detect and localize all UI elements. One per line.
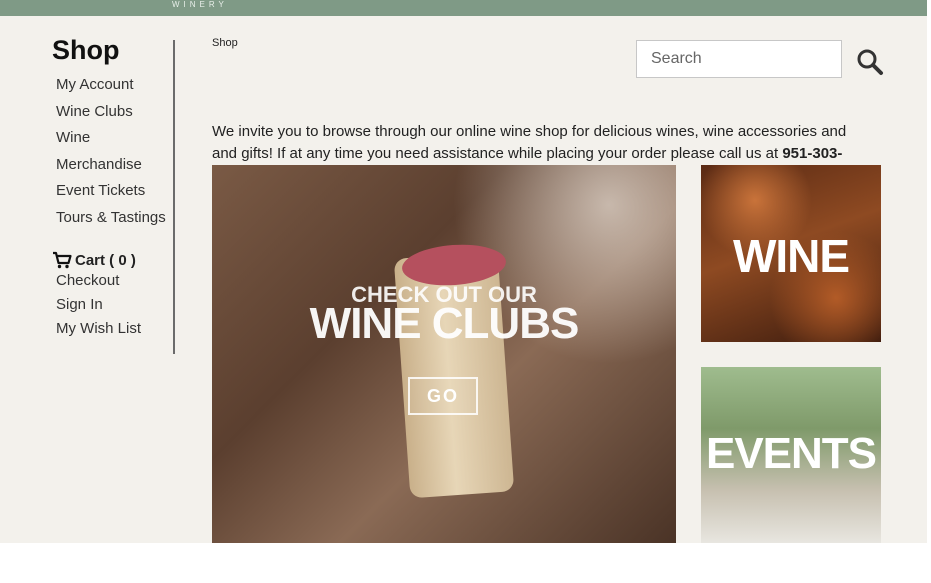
wine-clubs-banner[interactable]: CHECK OUT OUR WINE CLUBS GO xyxy=(212,165,676,543)
account-nav: Checkout Sign In My Wish List xyxy=(52,269,177,341)
sidebar-divider xyxy=(173,40,175,354)
sidebar-item-merchandise[interactable]: Merchandise xyxy=(52,152,177,179)
brand-text: WINERY xyxy=(172,0,228,9)
sidebar-item-event-tickets[interactable]: Event Tickets xyxy=(52,178,177,205)
hero-title: WINE CLUBS xyxy=(309,299,580,348)
breadcrumb[interactable]: Shop xyxy=(212,37,238,49)
cart-icon xyxy=(52,251,72,269)
wine-tile[interactable]: WINE xyxy=(701,165,881,342)
cart-link[interactable]: Cart ( 0 ) xyxy=(52,251,177,269)
cart-label: Cart ( 0 ) xyxy=(75,251,136,269)
sidebar-item-wish-list[interactable]: My Wish List xyxy=(52,317,177,341)
events-tile-label: EVENTS xyxy=(705,429,877,478)
sidebar-item-sign-in[interactable]: Sign In xyxy=(52,293,177,317)
search-input[interactable] xyxy=(636,40,842,78)
page-bottom xyxy=(0,543,931,583)
sidebar-item-tours-tastings[interactable]: Tours & Tastings xyxy=(52,205,177,232)
main-content: Shop My Account Wine Clubs Wine Merchand… xyxy=(0,16,927,543)
sidebar-title: Shop xyxy=(52,35,120,65)
search-icon[interactable] xyxy=(856,48,884,76)
wine-tile-label: WINE xyxy=(732,230,850,282)
sidebar-item-wine[interactable]: Wine xyxy=(52,125,177,152)
sidebar: Shop My Account Wine Clubs Wine Merchand… xyxy=(52,34,177,341)
sidebar-item-checkout[interactable]: Checkout xyxy=(52,269,177,293)
sidebar-item-my-account[interactable]: My Account xyxy=(52,72,177,99)
sidebar-nav: My Account Wine Clubs Wine Merchandise E… xyxy=(52,72,177,231)
events-tile[interactable]: EVENTS xyxy=(701,367,881,543)
intro-body: We invite you to browse through our onli… xyxy=(212,123,847,162)
top-banner: WINERY xyxy=(0,0,927,16)
go-button[interactable]: GO xyxy=(408,377,478,415)
sidebar-item-wine-clubs[interactable]: Wine Clubs xyxy=(52,99,177,126)
